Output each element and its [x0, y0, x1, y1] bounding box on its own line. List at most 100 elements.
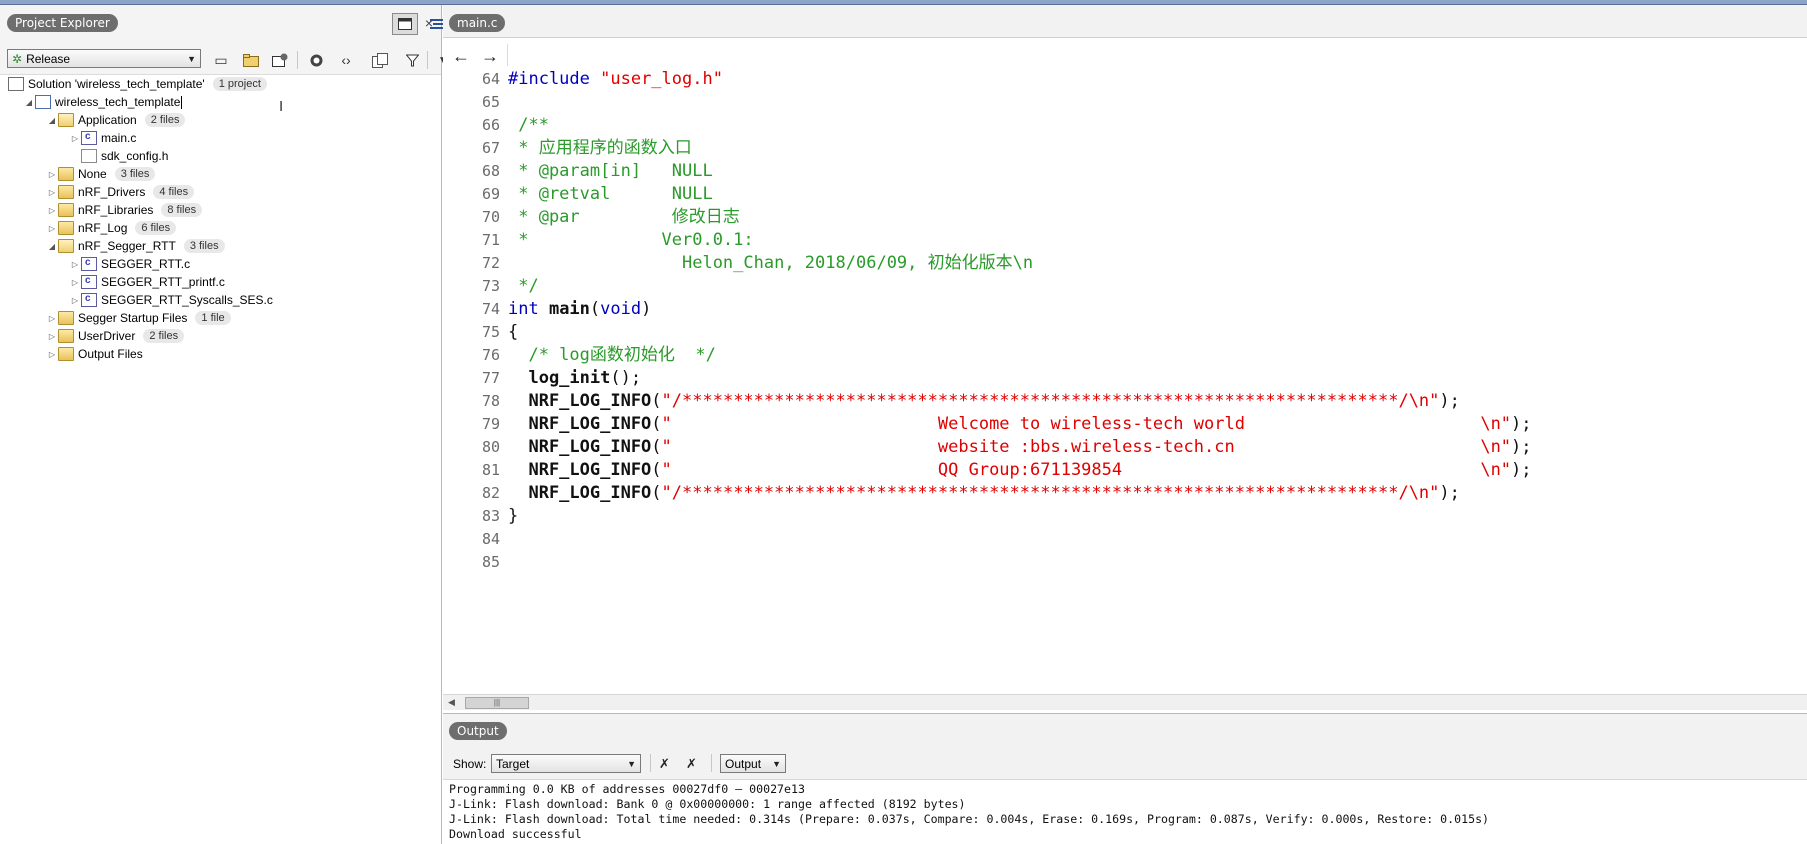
tree-item[interactable]: ▷ Output Files — [46, 345, 143, 363]
code-line[interactable]: 69 * @retval NULL — [443, 183, 1807, 206]
file-count-badge: 4 files — [153, 185, 195, 199]
tab-main-c[interactable]: main.c — [449, 14, 506, 32]
code-line[interactable]: 80 NRF_LOG_INFO(" website :bbs.wireless-… — [443, 436, 1807, 459]
code-line[interactable]: 77 log_init(); — [443, 367, 1807, 390]
back-arrow-icon[interactable]: ← — [452, 46, 470, 67]
code-line[interactable]: 84 — [443, 528, 1807, 551]
code-token: /* log函数初始化 */ — [508, 345, 716, 365]
code-line[interactable]: 85 — [443, 551, 1807, 574]
code-line[interactable]: 64 #include "user_log.h" — [443, 68, 1807, 91]
output-log-line: J-Link: Flash download: Total time neede… — [449, 812, 1490, 826]
chevron-down-icon: ▼ — [187, 54, 196, 64]
c-file-icon — [81, 257, 97, 271]
code-line[interactable]: 78 NRF_LOG_INFO("/**********************… — [443, 390, 1807, 413]
expand-arrow-icon[interactable]: ▷ — [46, 170, 58, 179]
code-line[interactable]: 82 NRF_LOG_INFO("/**********************… — [443, 482, 1807, 505]
output-log-line: J-Link: Flash download: Bank 0 @ 0x00000… — [449, 797, 966, 811]
refresh-icon[interactable] — [307, 51, 325, 69]
code-text: NRF_LOG_INFO(" website :bbs.wireless-tec… — [508, 436, 1531, 459]
code-line[interactable]: 79 NRF_LOG_INFO(" Welcome to wireless-te… — [443, 413, 1807, 436]
close-pane-button[interactable]: × — [425, 15, 433, 31]
clear-output-icon[interactable]: ✗ — [659, 756, 670, 772]
code-line[interactable]: 73 */ — [443, 275, 1807, 298]
configuration-gear-icon: ✲ — [12, 51, 23, 66]
tree-item[interactable]: sdk_config.h — [69, 147, 168, 165]
tree-item[interactable]: ◢ Application 2 files — [46, 111, 186, 129]
expand-arrow-icon[interactable]: ▷ — [46, 188, 58, 197]
tree-item[interactable]: ▷ nRF_Drivers 4 files — [46, 183, 195, 201]
code-line[interactable]: 66 /** — [443, 114, 1807, 137]
output-mode-select[interactable]: Output ▼ — [720, 754, 786, 773]
toolbar-separator — [297, 51, 298, 69]
tree-item[interactable]: ▷ Segger Startup Files 1 file — [46, 309, 231, 327]
new-file-icon[interactable]: ▭ — [212, 51, 230, 69]
code-view-icon[interactable]: ‹› — [337, 51, 355, 69]
dependencies-icon[interactable] — [371, 51, 389, 69]
code-text: */ — [508, 275, 538, 298]
code-token: * @par 修改日志 — [508, 207, 740, 227]
expand-arrow-icon[interactable]: ▷ — [69, 278, 81, 287]
options-icon[interactable] — [271, 51, 289, 69]
tree-item[interactable]: ◢ nRF_Segger_RTT 3 files — [46, 237, 225, 255]
expand-arrow-icon[interactable]: ▷ — [46, 332, 58, 341]
tree-item[interactable]: ▷ nRF_Libraries 8 files — [46, 201, 203, 219]
code-token: " website :bbs.wireless-tech.cn \n" — [661, 437, 1512, 457]
tree-item-label: Segger Startup Files — [78, 311, 188, 325]
forward-arrow-icon[interactable]: → — [481, 46, 499, 67]
code-text: int main(void) — [508, 298, 651, 321]
code-line[interactable]: 83} — [443, 505, 1807, 528]
project-explorer-toolbar: ✲ Release ▼ ▭ ‹› ▼ — [0, 43, 448, 75]
horizontal-scrollbar[interactable]: ◀ ||| — [443, 694, 1807, 710]
code-line[interactable]: 71 * Ver0.0.1: — [443, 229, 1807, 252]
code-line[interactable]: 74 int main(void) — [443, 298, 1807, 321]
code-line[interactable]: 72 Helon_Chan, 2018/06/09, 初始化版本\n — [443, 252, 1807, 275]
code-line[interactable]: 75 { — [443, 321, 1807, 344]
tree-item[interactable]: ▷ SEGGER_RTT_printf.c — [69, 273, 225, 291]
expand-arrow-icon[interactable]: ▷ — [46, 350, 58, 359]
expand-arrow-icon[interactable]: ▷ — [46, 314, 58, 323]
expand-arrow-icon[interactable]: ▷ — [69, 134, 81, 143]
output-title[interactable]: Output — [449, 722, 507, 740]
expand-arrow-icon[interactable]: ▷ — [69, 260, 81, 269]
output-pane: Output Show: Target ▼ ✗ ✗ Output ▼ Progr… — [443, 713, 1807, 844]
editor-navigation-bar: ← → — [443, 38, 1807, 71]
expand-arrow-icon[interactable]: ▷ — [69, 296, 81, 305]
line-number: 65 — [481, 93, 500, 111]
file-count-badge: 1 project — [212, 77, 267, 91]
expand-arrow-icon[interactable]: ▷ — [46, 224, 58, 233]
collapse-arrow-icon[interactable]: ◢ — [23, 98, 35, 107]
show-files-view-button[interactable] — [392, 13, 418, 35]
folder-icon — [58, 167, 74, 181]
line-number: 76 — [481, 346, 500, 364]
open-folder-icon[interactable] — [242, 51, 260, 69]
code-line[interactable]: 81 NRF_LOG_INFO(" QQ Group:671139854 \n"… — [443, 459, 1807, 482]
tree-item[interactable]: ◢ wireless_tech_template — [23, 93, 183, 111]
tree-item[interactable]: ▷ main.c — [69, 129, 136, 147]
project-explorer-title[interactable]: Project Explorer — [7, 14, 118, 32]
code-line[interactable]: 70 * @par 修改日志 — [443, 206, 1807, 229]
code-text: /* log函数初始化 */ — [508, 344, 716, 367]
expand-arrow-icon[interactable]: ▷ — [46, 206, 58, 215]
filter-icon[interactable] — [403, 51, 421, 69]
output-log: Programming 0.0 KB of addresses 00027df0… — [449, 782, 1799, 842]
code-line[interactable]: 76 /* log函数初始化 */ — [443, 344, 1807, 367]
tree-item[interactable]: ▷ SEGGER_RTT.c — [69, 255, 190, 273]
clear-all-output-icon[interactable]: ✗ — [686, 756, 697, 772]
code-line[interactable]: 67 * 应用程序的函数入口 — [443, 137, 1807, 160]
collapse-arrow-icon[interactable]: ◢ — [46, 242, 58, 251]
tree-item[interactable]: ▷ None 3 files — [46, 165, 156, 183]
code-line[interactable]: 65 — [443, 91, 1807, 114]
output-source-select[interactable]: Target ▼ — [491, 754, 641, 773]
folder-icon — [58, 347, 74, 361]
tree-item[interactable]: ▷ SEGGER_RTT_Syscalls_SES.c — [69, 291, 273, 309]
tree-item[interactable]: ▷ nRF_Log 6 files — [46, 219, 177, 237]
collapse-arrow-icon[interactable]: ◢ — [46, 116, 58, 125]
file-count-badge: 1 file — [195, 311, 231, 325]
line-number: 68 — [481, 162, 500, 180]
scrollbar-thumb[interactable]: ||| — [465, 697, 529, 709]
build-configuration-select[interactable]: ✲ Release ▼ — [7, 49, 201, 68]
tree-item[interactable]: Solution 'wireless_tech_template' 1 proje… — [8, 75, 267, 93]
tree-item[interactable]: ▷ UserDriver 2 files — [46, 327, 185, 345]
code-line[interactable]: 68 * @param[in] NULL — [443, 160, 1807, 183]
scroll-left-icon[interactable]: ◀ — [448, 697, 455, 708]
